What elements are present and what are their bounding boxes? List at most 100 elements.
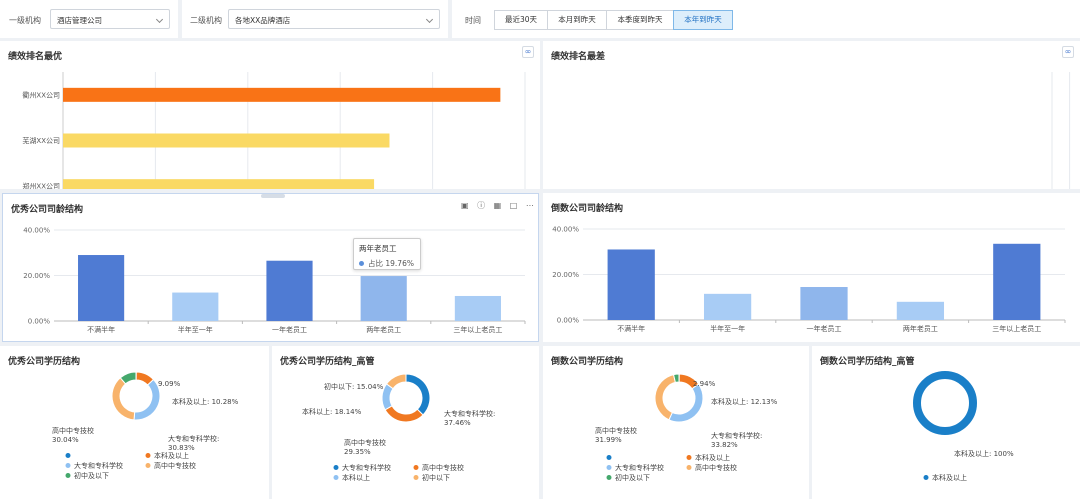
slice-label: 高中中专技校 xyxy=(52,426,94,435)
time-option-quarter[interactable]: 本季度到昨天 xyxy=(606,10,674,30)
y-tick-label: 20.00% xyxy=(552,271,579,279)
donut-slice xyxy=(668,383,704,423)
legend-label: 本科及以上 xyxy=(932,473,967,482)
bar xyxy=(63,133,390,148)
bar xyxy=(454,295,501,321)
slice-label: 高中中专技校 xyxy=(595,426,637,435)
slice-label: 高中中专技校 xyxy=(344,438,386,447)
slice-value: 30.04% xyxy=(52,436,79,444)
legend-label: 本科及以上 xyxy=(154,451,189,460)
slice-value: 29.35% xyxy=(344,448,371,456)
level2-select[interactable]: 各地XX品牌酒店 xyxy=(228,9,440,29)
tooltip-label: 占比 19.76% xyxy=(368,259,414,268)
level1-select[interactable]: 酒店管理公司 xyxy=(50,9,170,29)
y-tick-label: 40.00% xyxy=(552,226,579,234)
legend-label: 大专和专科学校 xyxy=(615,463,664,472)
tooltip-dot xyxy=(359,261,364,266)
legend-label: 大专和专科学校 xyxy=(74,461,123,470)
worst-edu-panel: 倒数公司学历结构 本科及以上: 12.13% 大专和专科学校: 33.82% 高中中专… xyxy=(543,346,809,499)
bar xyxy=(896,301,945,320)
bar xyxy=(63,179,375,189)
legend-marker xyxy=(413,465,419,470)
y-tick-label: 20.00% xyxy=(23,272,50,280)
donut-slice xyxy=(654,374,676,421)
filter-level1-panel: 一级机构 酒店管理公司 xyxy=(0,0,178,38)
legend-marker xyxy=(65,463,71,468)
slice-label: 大专和专科学校: xyxy=(168,434,219,443)
legend-label: 初中及以下 xyxy=(615,473,650,482)
time-label: 时间 xyxy=(465,16,481,25)
donut-slice xyxy=(405,373,431,416)
slice-label: 本科以上: 18.14% xyxy=(302,407,362,416)
legend-label: 初中以下 xyxy=(422,473,450,482)
best-age-panel: 优秀公司司龄结构 ▣ ⓘ ▦ □ ⋯ 0.00% 20.00% 40.00% 不满半年… xyxy=(2,193,539,342)
worst-age-panel: 倒数公司司龄结构 0.00% 20.00% 40.00% 不满半年 半年至一年 一年老员工… xyxy=(543,193,1080,342)
legend-label: 本科及以上 xyxy=(695,453,730,462)
best-age-chart: 0.00%20.00%40.00%不满半年 半年至一年 一年老员工 两年老员工 三年以上… xyxy=(23,227,526,334)
bar xyxy=(266,260,313,321)
bar xyxy=(78,255,125,321)
x-tick-label: 三年以上老员工 xyxy=(992,324,1041,333)
x-tick-label: 不满半年 xyxy=(87,325,115,334)
slice-value: 30.83% xyxy=(168,444,195,452)
x-tick-label: 两年老员工 xyxy=(903,324,938,333)
x-tick-label: 不满半年 xyxy=(617,324,645,333)
level2-value: 各地XX品牌酒店 xyxy=(235,16,291,25)
chevron-down-icon xyxy=(425,15,434,24)
slice-label: 大专和专科学校: xyxy=(711,431,762,440)
legend-marker xyxy=(923,475,929,480)
best-edu-panel: 优秀公司学历结构 本科及以上: 10.28% 大专和专科学校: 30.83% 高中中专… xyxy=(0,346,269,499)
bar xyxy=(993,243,1041,320)
bar xyxy=(703,293,752,320)
slice-label: 初中以下: 15.04% xyxy=(324,382,384,391)
worst-edu-chart: 本科及以上: 12.13%大专和专科学校:33.82%高中中专技校31.99%2… xyxy=(595,373,778,482)
legend-marker xyxy=(686,455,692,460)
best-rank-chart: 0.00%30.00%60.00%90.00%120.00%150.00%衢州X… xyxy=(22,72,526,189)
slice-label: 大专和专科学校: xyxy=(444,409,495,418)
best-edu-chart: 本科及以上: 10.28%大专和专科学校:30.83%高中中专技校30.04%9… xyxy=(52,371,239,480)
slice-label: 本科及以上: 10.28% xyxy=(172,397,239,406)
bar xyxy=(360,276,407,321)
x-tick-label: 两年老员工 xyxy=(366,325,401,334)
legend-marker xyxy=(606,455,612,460)
worst-rank-panel: 绩效排名最差 ∞ 0.00%30.00%60.00%90.00%120.00%1… xyxy=(543,41,1080,189)
y-tick-label: 0.00% xyxy=(28,318,51,326)
filter-time-panel: 时间 最近30天 本月到昨天 本季度到昨天 本年到昨天 xyxy=(452,0,1080,38)
bar xyxy=(172,292,219,321)
level1-value: 酒店管理公司 xyxy=(57,16,102,25)
x-tick-label: 一年老员工 xyxy=(272,325,307,334)
y-tick-label: 郑州XX公司 xyxy=(22,183,60,189)
legend-marker xyxy=(65,453,71,458)
donut-slice xyxy=(133,378,161,421)
slice-label: 本科及以上: 12.13% xyxy=(711,397,778,406)
x-tick-label: 半年至一年 xyxy=(178,325,213,334)
legend-marker xyxy=(413,475,419,480)
slice-value: 37.46% xyxy=(444,419,471,427)
time-option-last30[interactable]: 最近30天 xyxy=(494,10,548,30)
slice-label: 本科及以上: 100% xyxy=(954,449,1014,458)
slice-label: 2.94% xyxy=(693,380,716,388)
donut-slice xyxy=(913,371,977,435)
chart-tooltip: 两年老员工 占比 19.76% xyxy=(353,238,421,270)
legend-marker xyxy=(65,473,71,478)
legend-label: 高中中专技校 xyxy=(695,463,737,472)
worst-age-chart: 0.00% 20.00% 40.00% 不满半年 半年至一年 一年老员工 两年老员工 三年以上… xyxy=(552,226,1066,333)
y-tick-label: 0.00% xyxy=(557,317,580,325)
slice-value: 31.99% xyxy=(595,436,622,444)
level2-label: 二级机构 xyxy=(190,16,222,25)
x-tick-label: 半年至一年 xyxy=(710,324,745,333)
donut-slice xyxy=(385,373,407,390)
legend-label: 大专和专科学校 xyxy=(342,463,391,472)
legend-marker xyxy=(686,465,692,470)
legend-marker xyxy=(145,463,151,468)
legend-label: 初中及以下 xyxy=(74,471,109,480)
time-option-month[interactable]: 本月到昨天 xyxy=(547,10,607,30)
best-rank-panel: 绩效排名最优 ∞ 0.00%30.00%60.00%90.00%120.00%1… xyxy=(0,41,540,189)
legend-label: 高中中专技校 xyxy=(422,463,464,472)
x-tick-label: 一年老员工 xyxy=(807,324,842,333)
best-edu-mgr-chart: 大专和专科学校:37.46%高中中专技校29.35%本科以上: 18.14%初中… xyxy=(302,373,495,482)
y-tick-label: 40.00% xyxy=(23,227,50,235)
legend-label: 本科以上 xyxy=(342,473,370,482)
time-option-year[interactable]: 本年到昨天 xyxy=(673,10,733,30)
filter-level2-panel: 二级机构 各地XX品牌酒店 xyxy=(182,0,448,38)
